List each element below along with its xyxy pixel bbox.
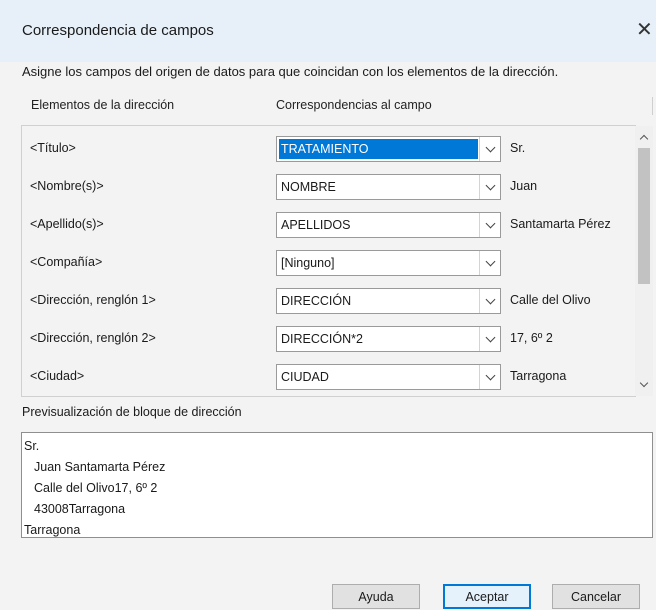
mapping-table: <Título> TRATAMIENTO Sr. <Nombre(s)> NOM… bbox=[21, 125, 636, 397]
dropdown-button[interactable] bbox=[479, 213, 500, 237]
help-button[interactable]: Ayuda bbox=[332, 584, 420, 609]
chevron-down-icon bbox=[485, 180, 495, 190]
row-label: <Nombre(s)> bbox=[30, 179, 104, 193]
row-sample-value: Santamarta Pérez bbox=[510, 217, 611, 231]
cancel-button-label: Cancelar bbox=[570, 589, 622, 604]
mapping-row-city: <Ciudad> CIUDAD Tarragona bbox=[22, 359, 636, 396]
combo-value: [Ninguno] bbox=[281, 256, 335, 270]
scroll-up-button[interactable] bbox=[635, 128, 653, 146]
instruction-text: Asigne los campos del origen de datos pa… bbox=[22, 64, 558, 79]
mapping-row-company: <Compañía> [Ninguno] bbox=[22, 245, 636, 283]
preview-line: 43008Tarragona bbox=[34, 502, 126, 516]
combo-value: APELLIDOS bbox=[281, 218, 351, 232]
title-bar: Correspondencia de campos ✕ bbox=[0, 0, 656, 62]
row-sample-value: Tarragona bbox=[510, 369, 567, 383]
ok-button[interactable]: Aceptar bbox=[443, 584, 531, 609]
preview-line: Calle del Olivo17, 6º 2 bbox=[34, 481, 158, 495]
dropdown-button[interactable] bbox=[479, 289, 500, 313]
dropdown-button[interactable] bbox=[479, 137, 500, 161]
cancel-button[interactable]: Cancelar bbox=[552, 584, 640, 609]
row-label: <Apellido(s)> bbox=[30, 217, 104, 231]
dropdown-button[interactable] bbox=[479, 251, 500, 275]
dropdown-button[interactable] bbox=[479, 327, 500, 351]
preview-line: Sr. bbox=[24, 439, 40, 453]
preview-line: Tarragona bbox=[24, 523, 81, 537]
row-sample-value: 17, 6º 2 bbox=[510, 331, 553, 345]
address-preview-box: Sr. Juan Santamarta Pérez Calle del Oliv… bbox=[21, 432, 653, 538]
chevron-down-icon bbox=[485, 332, 495, 342]
field-combo-address-1[interactable]: DIRECCIÓN bbox=[276, 288, 501, 314]
dropdown-button[interactable] bbox=[479, 175, 500, 199]
column-header-elements: Elementos de la dirección bbox=[31, 98, 175, 112]
mapping-row-title: <Título> TRATAMIENTO Sr. bbox=[22, 131, 636, 169]
combo-value: DIRECCIÓN*2 bbox=[281, 332, 363, 346]
scroll-down-icon bbox=[639, 378, 649, 388]
column-header-matches: Correspondencias al campo bbox=[276, 98, 432, 112]
field-combo-first-name[interactable]: NOMBRE bbox=[276, 174, 501, 200]
mapping-row-address-1: <Dirección, renglón 1> DIRECCIÓN Calle d… bbox=[22, 283, 636, 321]
chevron-down-icon bbox=[485, 218, 495, 228]
vertical-scrollbar[interactable] bbox=[635, 126, 653, 396]
window-title: Correspondencia de campos bbox=[22, 22, 214, 39]
mapping-row-address-2: <Dirección, renglón 2> DIRECCIÓN*2 17, 6… bbox=[22, 321, 636, 359]
close-icon[interactable]: ✕ bbox=[636, 15, 656, 45]
dropdown-button[interactable] bbox=[479, 365, 500, 389]
row-label: <Ciudad> bbox=[30, 369, 85, 383]
combo-value: TRATAMIENTO bbox=[279, 139, 478, 159]
field-combo-company[interactable]: [Ninguno] bbox=[276, 250, 501, 276]
ok-button-label: Aceptar bbox=[465, 589, 509, 604]
header-divider bbox=[652, 97, 653, 115]
help-button-label: Ayuda bbox=[358, 589, 394, 604]
field-combo-last-name[interactable]: APELLIDOS bbox=[276, 212, 501, 238]
mapping-row-first-name: <Nombre(s)> NOMBRE Juan bbox=[22, 169, 636, 207]
scroll-down-button[interactable] bbox=[635, 376, 653, 394]
row-label: <Dirección, renglón 1> bbox=[30, 293, 156, 307]
mapping-row-last-name: <Apellido(s)> APELLIDOS Santamarta Pérez bbox=[22, 207, 636, 245]
preview-line: Juan Santamarta Pérez bbox=[34, 460, 166, 474]
preview-label: Previsualización de bloque de dirección bbox=[22, 405, 242, 419]
field-mapping-dialog: Correspondencia de campos ✕ Asigne los c… bbox=[0, 0, 656, 610]
row-label: <Compañía> bbox=[30, 255, 103, 269]
chevron-down-icon bbox=[485, 256, 495, 266]
row-label: <Dirección, renglón 2> bbox=[30, 331, 156, 345]
combo-value: CIUDAD bbox=[281, 370, 329, 384]
instruction-label: Asigne los campos del origen de datos pa… bbox=[22, 64, 559, 79]
scroll-up-icon bbox=[639, 134, 649, 144]
chevron-down-icon bbox=[485, 370, 495, 380]
chevron-down-icon bbox=[485, 294, 495, 304]
field-combo-city[interactable]: CIUDAD bbox=[276, 364, 501, 390]
field-combo-address-2[interactable]: DIRECCIÓN*2 bbox=[276, 326, 501, 352]
field-combo-title[interactable]: TRATAMIENTO bbox=[276, 136, 501, 162]
combo-value: NOMBRE bbox=[281, 180, 336, 194]
row-label: <Título> bbox=[30, 141, 76, 155]
row-sample-value: Sr. bbox=[510, 141, 526, 155]
combo-value: DIRECCIÓN bbox=[281, 294, 352, 308]
scrollbar-thumb[interactable] bbox=[638, 148, 650, 284]
row-sample-value: Juan bbox=[510, 179, 538, 193]
chevron-down-icon bbox=[485, 142, 495, 152]
row-sample-value: Calle del Olivo bbox=[510, 293, 591, 307]
